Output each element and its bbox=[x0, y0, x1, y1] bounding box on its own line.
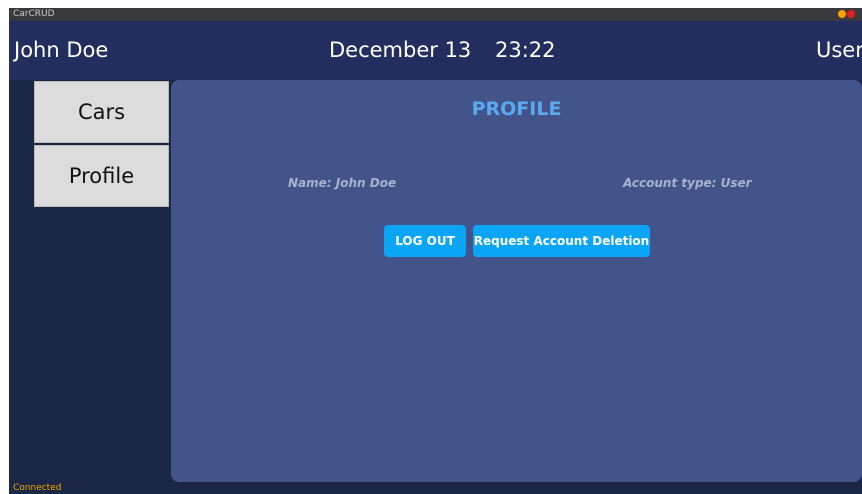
app-window: CarCRUD John Doe December 13 23:22 User … bbox=[9, 8, 862, 494]
profile-name: Name: John Doe bbox=[288, 176, 397, 190]
request-deletion-button[interactable]: Request Account Deletion bbox=[473, 225, 650, 257]
current-time: 23:22 bbox=[495, 38, 556, 62]
title-bar: CarCRUD bbox=[9, 8, 862, 21]
app-title: CarCRUD bbox=[13, 9, 55, 19]
close-button[interactable] bbox=[847, 10, 855, 18]
sidebar-item-profile[interactable]: Profile bbox=[34, 145, 169, 207]
profile-panel: PROFILE Name: John Doe Account type: Use… bbox=[171, 80, 862, 482]
header-bar: John Doe December 13 23:22 User bbox=[9, 21, 862, 80]
user-name: John Doe bbox=[14, 38, 109, 62]
logout-button[interactable]: LOG OUT bbox=[384, 225, 466, 257]
page-title: PROFILE bbox=[471, 98, 562, 120]
status-bar: Connected bbox=[9, 482, 862, 494]
sidebar-item-cars[interactable]: Cars bbox=[34, 81, 169, 143]
account-type: Account type: User bbox=[623, 176, 752, 190]
current-date: December 13 bbox=[329, 38, 472, 62]
minimize-button[interactable] bbox=[838, 10, 846, 18]
user-role: User bbox=[816, 38, 862, 62]
connection-status: Connected bbox=[13, 483, 62, 493]
